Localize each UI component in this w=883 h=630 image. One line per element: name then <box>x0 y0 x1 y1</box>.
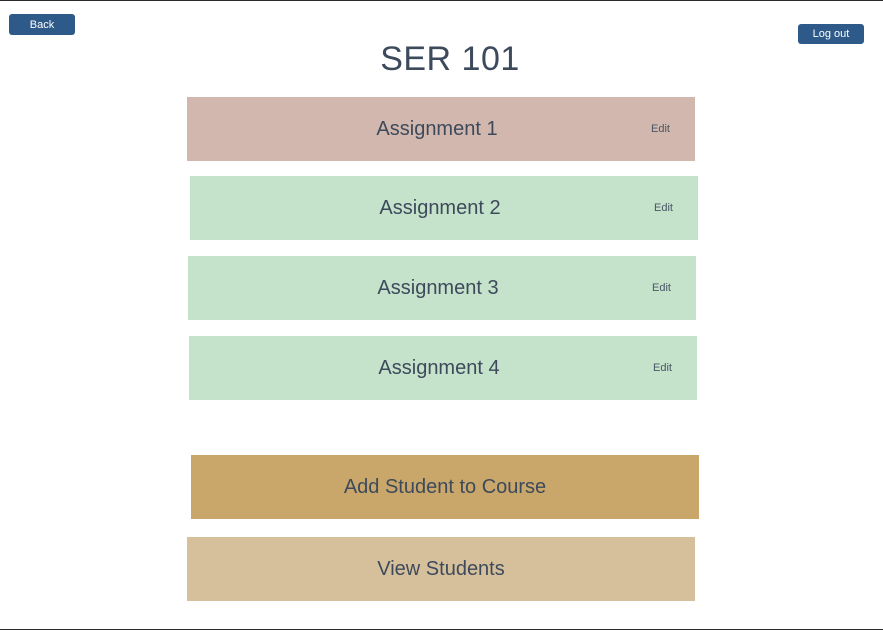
edit-assignment-link[interactable]: Edit <box>654 202 673 214</box>
assignment-card-1[interactable]: Assignment 1 Edit <box>187 97 695 161</box>
assignment-card-4[interactable]: Assignment 4 Edit <box>189 336 697 400</box>
assignment-label: Assignment 3 <box>377 276 499 299</box>
edit-assignment-link[interactable]: Edit <box>651 123 670 135</box>
assignment-card-3[interactable]: Assignment 3 Edit <box>188 256 696 320</box>
assignment-card-2[interactable]: Assignment 2 Edit <box>190 176 698 240</box>
edit-assignment-link[interactable]: Edit <box>653 362 672 374</box>
add-student-label: Add Student to Course <box>343 475 547 498</box>
back-button[interactable]: Back <box>9 14 75 35</box>
assignment-label: Assignment 4 <box>378 356 500 379</box>
assignment-label: Assignment 1 <box>376 117 498 140</box>
assignment-label: Assignment 2 <box>379 196 501 219</box>
add-student-button[interactable]: Add Student to Course <box>191 455 699 519</box>
page-title: SER 101 <box>380 40 520 78</box>
edit-assignment-link[interactable]: Edit <box>652 282 671 294</box>
view-students-button[interactable]: View Students <box>187 537 695 601</box>
view-students-label: View Students <box>377 557 505 580</box>
